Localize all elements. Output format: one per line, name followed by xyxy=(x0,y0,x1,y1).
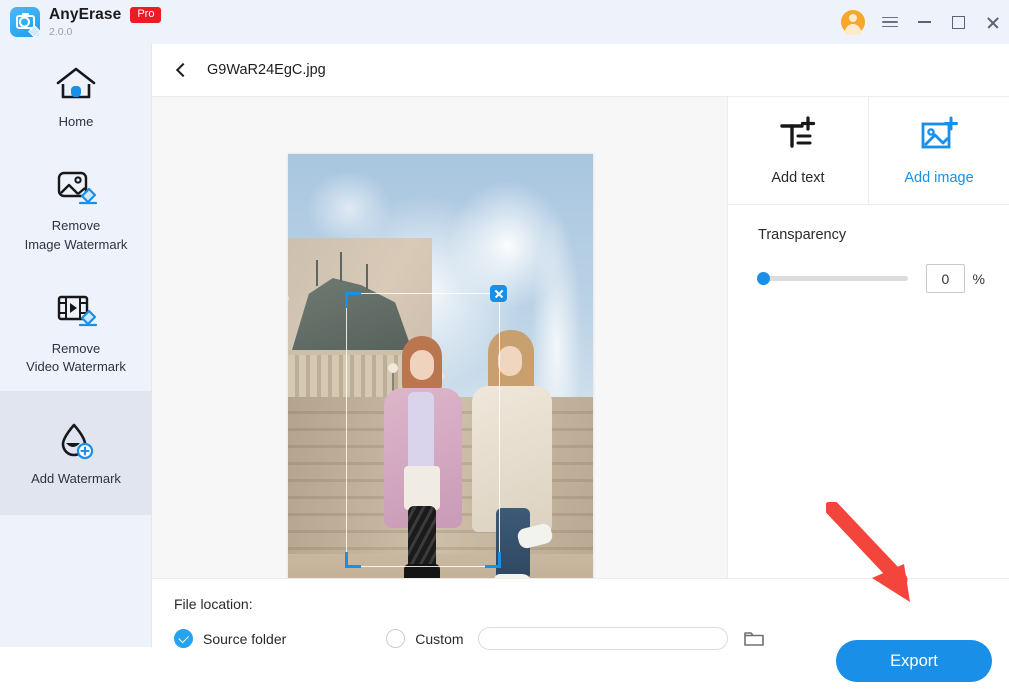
slider-thumb[interactable] xyxy=(757,272,770,285)
water-drop-plus-icon xyxy=(54,421,98,461)
tab-add-image[interactable]: Add image xyxy=(869,97,1009,205)
home-icon xyxy=(55,64,97,104)
resize-handle-bottom-right[interactable] xyxy=(485,552,501,568)
radio-source-folder[interactable] xyxy=(174,629,193,648)
tab-label: Add image xyxy=(904,169,974,186)
video-eraser-icon xyxy=(54,291,98,331)
preview-image[interactable] xyxy=(288,154,593,612)
sidebar-item-label: Remove Image Watermark xyxy=(25,217,128,255)
file-name: G9WaR24EgC.jpg xyxy=(207,62,326,78)
file-header: G9WaR24EgC.jpg xyxy=(152,44,1009,96)
title-bar: AnyErase Pro 2.0.0 xyxy=(0,0,1009,44)
radio-custom-label: Custom xyxy=(415,630,464,647)
percent-label: % xyxy=(972,270,985,287)
resize-handle-bottom-left[interactable] xyxy=(345,552,361,568)
properties-panel: Add text Add image Transparency 0 % xyxy=(728,96,1009,579)
sidebar-item-label-line2: Image Watermark xyxy=(24,236,128,252)
close-icon[interactable] xyxy=(975,0,1009,44)
transparency-label: Transparency xyxy=(758,227,847,243)
tab-label: Add text xyxy=(771,169,825,186)
sidebar-item-label-line1: Remove xyxy=(51,340,101,356)
delete-watermark-icon[interactable] xyxy=(490,285,507,302)
maximize-icon[interactable] xyxy=(941,0,975,44)
tab-add-text[interactable]: Add text xyxy=(728,97,869,205)
sidebar-item-label: Add Watermark xyxy=(31,471,121,487)
work-area: Add text Add image Transparency 0 % xyxy=(152,96,1009,612)
pro-badge: Pro xyxy=(130,6,162,23)
transparency-control: Transparency 0 % xyxy=(728,205,1009,293)
sidebar-item-remove-image-watermark[interactable]: Remove Image Watermark xyxy=(0,146,152,269)
file-location-label: File location: xyxy=(174,596,253,612)
sidebar-item-label: Remove Video Watermark xyxy=(26,340,126,378)
radio-source-folder-label: Source folder xyxy=(203,630,287,647)
transparency-input[interactable]: 0 xyxy=(926,264,965,293)
app-logo: AnyErase Pro 2.0.0 xyxy=(0,6,162,38)
add-image-icon xyxy=(919,116,959,159)
app-name: AnyErase xyxy=(49,6,122,23)
user-avatar-icon[interactable] xyxy=(839,0,873,44)
sidebar-item-label-line2: Video Watermark xyxy=(26,359,126,375)
watermark-selection-box[interactable] xyxy=(345,285,507,568)
export-button[interactable]: Export xyxy=(836,640,992,682)
window-controls xyxy=(839,0,1009,44)
sidebar-item-add-watermark[interactable]: Add Watermark xyxy=(0,391,152,516)
chevron-left-icon[interactable] xyxy=(170,59,192,81)
camera-eraser-icon xyxy=(10,7,41,38)
resize-handle-top-left[interactable] xyxy=(345,292,361,308)
image-eraser-icon xyxy=(54,168,98,208)
radio-custom[interactable] xyxy=(386,629,406,648)
sidebar: Home Remove Image Watermark Remove Video… xyxy=(0,44,152,647)
sidebar-item-label: Home xyxy=(58,114,94,129)
folder-icon[interactable] xyxy=(743,629,765,648)
minimize-icon[interactable] xyxy=(907,0,941,44)
image-canvas[interactable] xyxy=(152,96,728,612)
application-window: AnyErase Pro 2.0.0 Home Remove Image Wat… xyxy=(0,0,1009,692)
app-version: 2.0.0 xyxy=(49,25,73,38)
transparency-slider[interactable] xyxy=(757,272,909,285)
sidebar-item-remove-video-watermark[interactable]: Remove Video Watermark xyxy=(0,269,152,392)
add-text-icon xyxy=(778,115,818,159)
panel-tabs: Add text Add image xyxy=(728,97,1009,205)
sidebar-item-home[interactable]: Home xyxy=(0,44,152,146)
hamburger-menu-icon[interactable] xyxy=(873,0,907,44)
content-area: G9WaR24EgC.jpg Add text Add image Transp… xyxy=(152,44,1009,692)
footer-bar: File location: Source folder Custom Expo… xyxy=(152,578,1009,692)
sidebar-item-label-line1: Remove xyxy=(51,217,101,233)
